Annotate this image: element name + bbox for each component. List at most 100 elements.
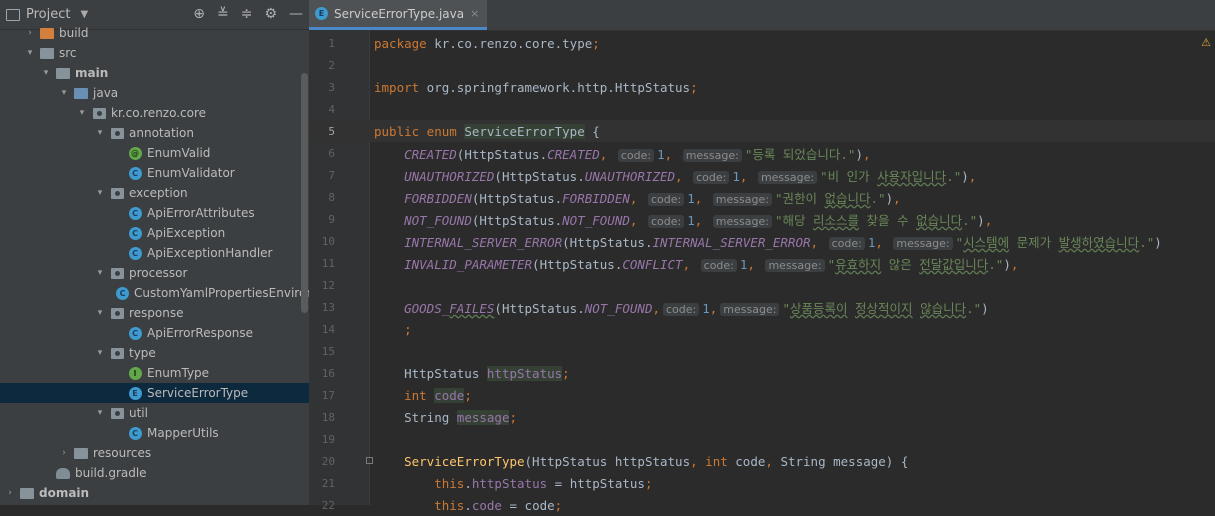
crosshair-icon[interactable]: ⊕ (193, 6, 205, 22)
tree-item[interactable]: ▾ util (0, 403, 309, 423)
chevron-right-icon[interactable]: › (24, 28, 36, 38)
code-text: this.code = code; (434, 497, 563, 513)
code-line[interactable]: 11 INVALID_PARAMETER(HttpStatus.CONFLICT… (309, 252, 1215, 274)
tree-item[interactable]: ▾ response (0, 303, 309, 323)
code-line[interactable]: 13 GOODS_FAILES(HttpStatus.NOT_FOUND, cod… (309, 296, 1215, 318)
code-line[interactable]: 18 String message; (309, 406, 1215, 428)
code-line[interactable]: 20 ServiceErrorType(HttpStatus httpStatu… (309, 450, 1215, 472)
gear-icon[interactable]: ⚙ (264, 6, 277, 22)
chevron-down-icon[interactable]: ▾ (24, 48, 36, 58)
code-line[interactable]: 5 public enum ServiceErrorType { (309, 120, 1215, 142)
tree-item[interactable]: E ServiceErrorType (0, 383, 309, 403)
tree-item-label: annotation (129, 126, 194, 140)
code-line[interactable]: 17 int code; (309, 384, 1215, 406)
line-number: 15 (321, 344, 335, 358)
code-text: UNAUTHORIZED(HttpStatus.UNAUTHORIZED, co… (404, 168, 977, 184)
chevron-down-icon[interactable]: ▾ (58, 88, 70, 98)
code-line[interactable]: 10 INTERNAL_SERVER_ERROR(HttpStatus.INTE… (309, 230, 1215, 252)
tree-item[interactable]: C CustomYamlPropertiesEnviron (0, 283, 309, 303)
code-line[interactable]: 15 (309, 340, 1215, 362)
code-line[interactable]: 3 import org.springframework.http.HttpSta… (309, 76, 1215, 98)
tree-item-icon: C (116, 286, 129, 300)
code-line[interactable]: 6 CREATED(HttpStatus.CREATED, code: 1, me… (309, 142, 1215, 164)
warning-icon[interactable]: ⚠ (1201, 36, 1211, 49)
tree-item-icon (110, 127, 124, 139)
tree-item-icon: @ (128, 146, 142, 160)
tree-item[interactable]: C MapperUtils (0, 423, 309, 443)
tree-item[interactable]: C EnumValidator (0, 163, 309, 183)
tree-item-label: response (129, 306, 184, 320)
tree-item[interactable]: ▾ processor (0, 263, 309, 283)
code-line[interactable]: 22 this.code = code; (309, 494, 1215, 516)
chevron-right-icon[interactable]: › (58, 448, 70, 458)
chevron-down-icon[interactable]: ▾ (94, 268, 106, 278)
tree-scrollbar[interactable] (301, 73, 308, 313)
package-icon (110, 407, 124, 419)
tree-item[interactable]: ▾ annotation (0, 123, 309, 143)
tree-item-label: CustomYamlPropertiesEnviron (134, 286, 309, 300)
tree-item-icon (56, 67, 70, 79)
project-view-title[interactable]: Project (26, 7, 70, 22)
tree-item[interactable]: C ApiErrorAttributes (0, 203, 309, 223)
chevron-down-icon[interactable]: ▾ (76, 108, 88, 118)
tree-item[interactable]: ▾ java (0, 83, 309, 103)
code-line[interactable]: 9 NOT_FOUND(HttpStatus.NOT_FOUND, code: 1… (309, 208, 1215, 230)
code-line[interactable]: 4 (309, 98, 1215, 120)
chevron-down-icon[interactable]: ▾ (94, 308, 106, 318)
line-number: 10 (321, 234, 335, 248)
tree-item-label: ServiceErrorType (147, 386, 249, 400)
line-number: 16 (321, 366, 335, 380)
tree-item[interactable]: ▾ kr.co.renzo.core (0, 103, 309, 123)
code-line[interactable]: 1 package kr.co.renzo.core.type; (309, 32, 1215, 54)
minimize-icon[interactable]: — (289, 6, 303, 22)
expand-all-icon[interactable]: ≚ (217, 6, 229, 22)
tree-item-icon: I (128, 366, 142, 380)
tree-item[interactable]: C ApiException (0, 223, 309, 243)
close-icon[interactable]: × (470, 7, 479, 20)
code-line[interactable]: 12 (309, 274, 1215, 296)
line-number: 4 (328, 102, 335, 116)
tree-item[interactable]: ▾ exception (0, 183, 309, 203)
tree-item-icon (110, 267, 124, 279)
tree-item-icon (40, 27, 54, 39)
package-icon (110, 347, 124, 359)
line-number: 11 (321, 256, 335, 270)
tree-item-icon: C (128, 326, 142, 340)
source-folder-icon (74, 87, 88, 99)
code-line[interactable]: 16 HttpStatus httpStatus; (309, 362, 1215, 384)
tree-item[interactable]: ▾ src (0, 43, 309, 63)
chevron-right-icon[interactable]: › (4, 488, 16, 498)
code-line[interactable]: 21 this.httpStatus = httpStatus; (309, 472, 1215, 494)
chevron-down-icon[interactable]: ▾ (94, 408, 106, 418)
tree-item[interactable]: ▾ type (0, 343, 309, 363)
project-icon (6, 8, 20, 21)
fold-marker-icon[interactable] (366, 457, 373, 464)
tab-service-error-type[interactable]: E ServiceErrorType.java × (309, 0, 488, 30)
tree-item-icon: E (128, 386, 142, 400)
collapse-all-icon[interactable]: ≑ (241, 6, 253, 22)
chevron-down-icon[interactable]: ▾ (94, 348, 106, 358)
code-line[interactable]: 19 (309, 428, 1215, 450)
tree-item[interactable]: @ EnumValid (0, 143, 309, 163)
tree-item[interactable]: build.gradle (0, 463, 309, 483)
chevron-down-icon[interactable]: ▾ (40, 68, 52, 78)
tree-item[interactable]: › build (0, 23, 309, 43)
line-number: 22 (321, 498, 335, 512)
code-line[interactable]: 7 UNAUTHORIZED(HttpStatus.UNAUTHORIZED, … (309, 164, 1215, 186)
tree-item[interactable]: ▾ main (0, 63, 309, 83)
chevron-down-icon[interactable]: ▾ (94, 188, 106, 198)
code-area[interactable]: 1 package kr.co.renzo.core.type; 2 3 import … (309, 32, 1215, 516)
line-number: 20 (321, 454, 335, 468)
code-line[interactable]: 14 ; (309, 318, 1215, 340)
tree-item[interactable]: › domain (0, 483, 309, 503)
tree-item-icon (40, 47, 54, 59)
chevron-down-icon[interactable]: ▼ (80, 9, 88, 20)
tree-item[interactable]: C ApiExceptionHandler (0, 243, 309, 263)
chevron-down-icon[interactable]: ▾ (94, 128, 106, 138)
tree-item[interactable]: C ApiErrorResponse (0, 323, 309, 343)
line-number: 6 (328, 146, 335, 160)
code-line[interactable]: 2 (309, 54, 1215, 76)
tree-item[interactable]: I EnumType (0, 363, 309, 383)
tree-item[interactable]: › resources (0, 443, 309, 463)
code-line[interactable]: 8 FORBIDDEN(HttpStatus.FORBIDDEN, code: 1… (309, 186, 1215, 208)
